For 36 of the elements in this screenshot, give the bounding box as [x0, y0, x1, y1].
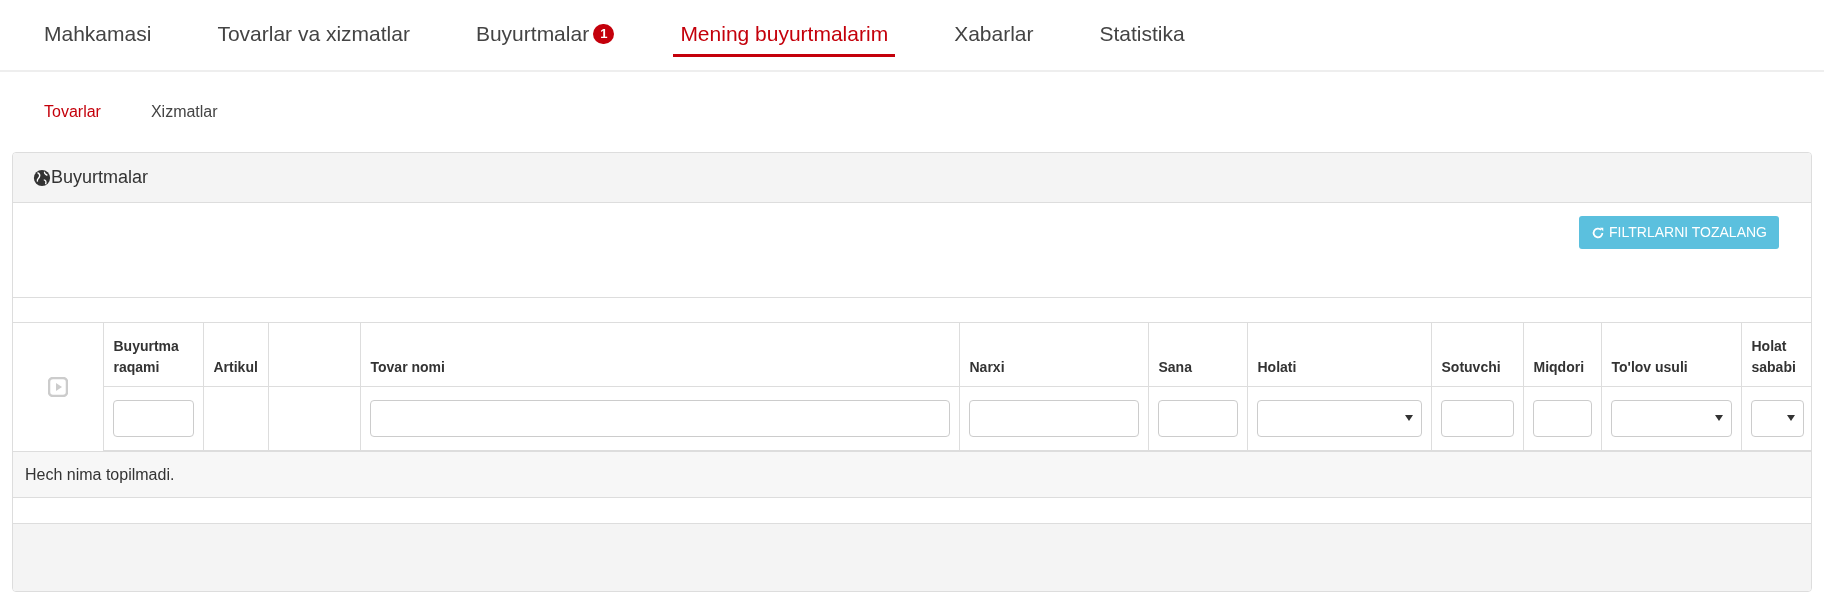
filter-field[interactable]	[369, 399, 950, 437]
empty-message: Hech nima topilmadi.	[25, 464, 175, 485]
refresh-icon	[1591, 225, 1606, 240]
column-header: Holati	[1257, 358, 1297, 375]
nav-tab[interactable]: Tovarlar va xizmatlar	[210, 13, 417, 57]
nav-tab[interactable]: Buyurtmalar 1	[468, 13, 622, 57]
column-header: Artikul	[213, 358, 258, 375]
filter-select[interactable]	[1610, 399, 1732, 437]
column-header: Holat sababi	[1751, 337, 1796, 375]
sub-tab[interactable]: Xizmatlar	[150, 100, 218, 124]
panel-title: Buyurtmalar	[51, 166, 149, 189]
filter-field[interactable]	[112, 399, 194, 437]
column-header: Narxi	[969, 358, 1005, 375]
column-header: Buyurtma raqami	[113, 337, 179, 375]
globe-icon	[33, 168, 51, 187]
column-header: To'lov usuli	[1611, 358, 1688, 375]
caret-icon	[1714, 415, 1723, 422]
filter-field[interactable]	[1157, 399, 1238, 437]
caret-icon	[1404, 415, 1413, 422]
filter-field[interactable]	[968, 399, 1139, 437]
play-icon[interactable]	[47, 377, 68, 398]
column-header: Miqdori	[1533, 358, 1585, 375]
caret-icon	[1787, 415, 1795, 422]
filter-select[interactable]	[1750, 399, 1804, 437]
column-header: Sotuvchi	[1441, 358, 1501, 375]
nav-tab[interactable]: Statistika	[1092, 13, 1192, 57]
nav-tab[interactable]: Mahkamasi	[37, 13, 159, 57]
column-header: Sana	[1158, 358, 1192, 375]
filter-select[interactable]	[1256, 399, 1422, 437]
nav-tab[interactable]: Xabarlar	[947, 13, 1041, 57]
nav-tab[interactable]: Mening buyurtmalarim	[673, 13, 896, 57]
count-badge: 1	[593, 23, 615, 44]
sub-tab[interactable]: Tovarlar	[44, 100, 101, 124]
filter-field[interactable]	[1532, 399, 1592, 437]
filter-field[interactable]	[1440, 399, 1514, 437]
column-header: Tovar nomi	[370, 358, 445, 375]
